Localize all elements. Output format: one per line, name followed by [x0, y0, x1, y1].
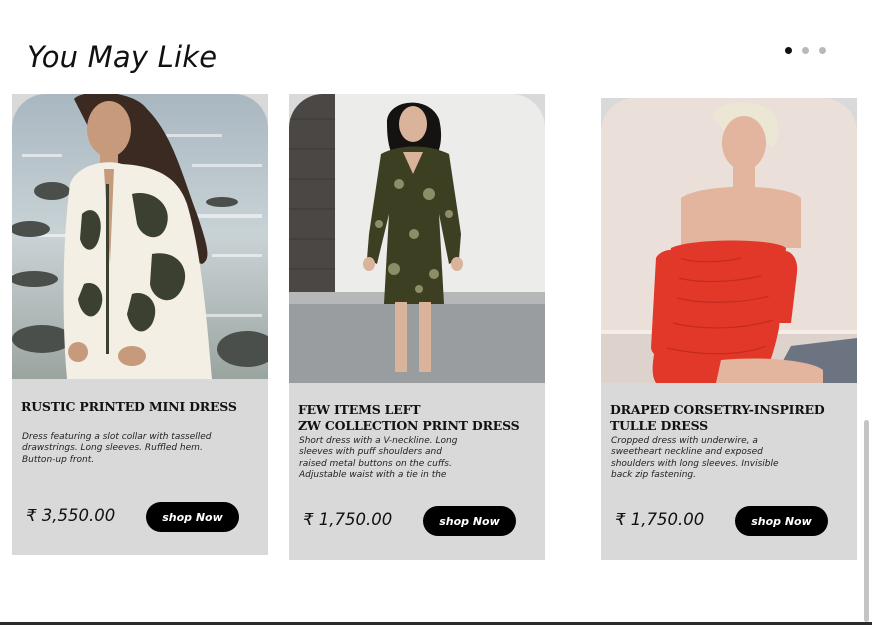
product-name[interactable]: Few items left ZW Collection Print Dress: [298, 402, 538, 434]
product-description: Dress featuring a slot collar with tasse…: [22, 432, 212, 465]
product-price: ₹ 1,750.00: [303, 510, 393, 529]
product-price: ₹ 1,750.00: [615, 510, 705, 529]
product-description: Cropped dress with underwire, a sweethea…: [611, 436, 779, 480]
carousel-dot-3[interactable]: [819, 47, 826, 54]
product-image[interactable]: [601, 98, 857, 383]
product-name[interactable]: Rustic Printed Mini Dress: [21, 399, 261, 415]
carousel-pagination: [785, 47, 826, 54]
product-description: Short dress with a V-neckline. Long slee…: [299, 436, 458, 480]
product-card-draped-corsetry-tulle-dress[interactable]: Draped Corsetry-Inspired Tulle Dress Cro…: [601, 98, 857, 560]
product-price: ₹ 3,550.00: [26, 506, 116, 525]
carousel-dot-2[interactable]: [802, 47, 809, 54]
carousel-dot-1[interactable]: [785, 47, 792, 54]
shop-now-button[interactable]: shop Now: [423, 506, 516, 536]
product-image[interactable]: [289, 94, 545, 383]
product-card-rustic-printed-mini-dress[interactable]: Rustic Printed Mini Dress Dress featurin…: [12, 94, 268, 555]
product-name[interactable]: Draped Corsetry-Inspired Tulle Dress: [610, 402, 850, 434]
section-title: You May Like: [27, 40, 218, 74]
shop-now-button[interactable]: shop Now: [735, 506, 828, 536]
page-scrollbar[interactable]: [864, 420, 869, 622]
shop-now-button[interactable]: shop Now: [146, 502, 239, 532]
product-card-zw-collection-print-dress[interactable]: Few items left ZW Collection Print Dress…: [289, 94, 545, 560]
product-image[interactable]: [12, 94, 268, 379]
